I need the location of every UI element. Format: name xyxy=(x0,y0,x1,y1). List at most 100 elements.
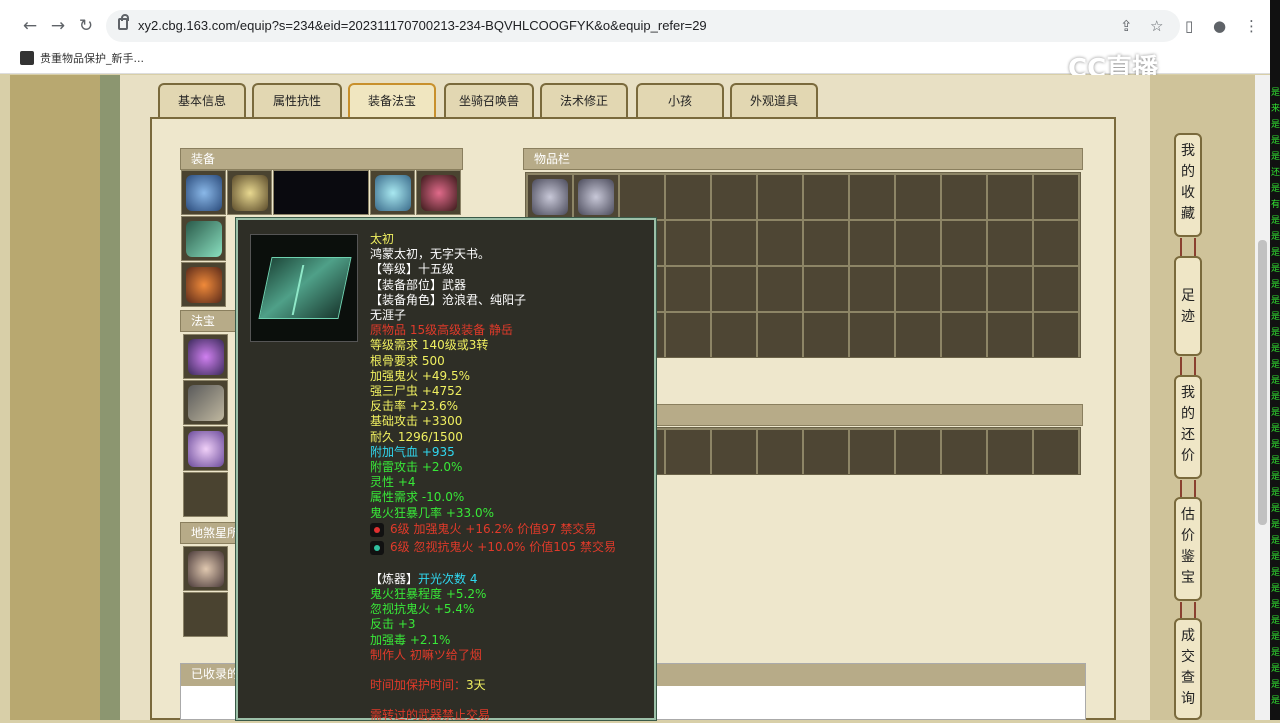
inventory-cell[interactable] xyxy=(896,175,940,219)
inventory-cell[interactable] xyxy=(712,313,756,357)
equip-slot-hairpin[interactable] xyxy=(227,170,272,215)
inventory-cell[interactable] xyxy=(758,175,802,219)
inventory-cell[interactable] xyxy=(712,267,756,311)
inventory-cell[interactable] xyxy=(850,430,894,474)
equip-slot-helmet[interactable] xyxy=(181,170,226,215)
teal-gem-icon xyxy=(370,540,384,555)
tab-spell-correction[interactable]: 法术修正 xyxy=(540,83,628,117)
tab-equipment[interactable]: 装备法宝 xyxy=(348,83,436,117)
inventory-cell[interactable] xyxy=(1034,313,1078,357)
necklace-icon xyxy=(421,175,457,211)
inventory-cell[interactable] xyxy=(804,175,848,219)
protect-line: 时间加保护时间：3天 xyxy=(370,678,486,693)
inventory-cell[interactable] xyxy=(988,175,1032,219)
equip-slot-weapon[interactable] xyxy=(181,216,226,261)
inventory-cell[interactable] xyxy=(942,221,986,265)
profile-icon[interactable]: ● xyxy=(1213,17,1226,35)
sidebar-toggle-icon[interactable]: ▯ xyxy=(1185,17,1193,35)
inventory-cell[interactable] xyxy=(942,430,986,474)
tab-mounts-pets[interactable]: 坐骑召唤兽 xyxy=(444,83,534,117)
extra-green-line: 灵性 +4 xyxy=(370,475,416,490)
inventory-cell[interactable] xyxy=(574,175,618,219)
side-connector xyxy=(1180,357,1196,375)
inventory-cell[interactable] xyxy=(666,430,710,474)
weapon-book-icon xyxy=(186,221,222,257)
inventory-cell[interactable] xyxy=(988,221,1032,265)
inventory-cell[interactable] xyxy=(712,175,756,219)
star-icon[interactable]: ☆ xyxy=(1150,17,1163,35)
inventory-cell[interactable] xyxy=(850,313,894,357)
equip-slot-mask[interactable] xyxy=(370,170,415,215)
my-counteroffer-button[interactable]: 我的还价 xyxy=(1174,375,1202,479)
inventory-cell[interactable] xyxy=(942,175,986,219)
transaction-query-button[interactable]: 成交查询 xyxy=(1174,618,1202,720)
share-icon[interactable]: ⇪ xyxy=(1120,17,1133,35)
disha-slot-1[interactable] xyxy=(183,546,228,591)
inventory-cell[interactable] xyxy=(666,175,710,219)
equip-slot-accessory[interactable] xyxy=(181,262,226,307)
inventory-cell[interactable] xyxy=(850,267,894,311)
inventory-cell[interactable] xyxy=(988,267,1032,311)
fabao-slot-3[interactable] xyxy=(183,426,228,471)
extra-green-line: 附雷攻击 +2.0% xyxy=(370,460,463,475)
inventory-cell[interactable] xyxy=(758,267,802,311)
inventory-cell[interactable] xyxy=(988,430,1032,474)
boots-icon xyxy=(532,179,568,215)
footprint-button[interactable]: 足迹 xyxy=(1174,256,1202,356)
bookmark-item[interactable]: 贵重物品保护_新手... xyxy=(20,50,144,66)
reload-icon[interactable]: ↻ xyxy=(76,16,96,36)
inventory-cell[interactable] xyxy=(620,175,664,219)
inventory-cell[interactable] xyxy=(712,221,756,265)
inventory-cell[interactable] xyxy=(666,267,710,311)
tab-appearance[interactable]: 外观道具 xyxy=(730,83,818,117)
lock-icon[interactable] xyxy=(118,14,129,30)
red-gem-icon xyxy=(370,522,384,537)
page-scrollbar[interactable] xyxy=(1255,75,1270,720)
inventory-cell[interactable] xyxy=(666,221,710,265)
menu-dots-icon[interactable]: ⋮ xyxy=(1244,17,1259,35)
tab-attributes[interactable]: 属性抗性 xyxy=(252,83,342,117)
equip-slot-necklace[interactable] xyxy=(416,170,461,215)
bookmark-label: 贵重物品保护_新手... xyxy=(40,52,144,65)
inventory-cell[interactable] xyxy=(896,313,940,357)
inventory-cell[interactable] xyxy=(850,175,894,219)
inventory-cell[interactable] xyxy=(712,430,756,474)
tab-children[interactable]: 小孩 xyxy=(636,83,724,117)
inventory-cell[interactable] xyxy=(1034,267,1078,311)
inventory-cell[interactable] xyxy=(850,221,894,265)
item-name: 太初 xyxy=(370,232,395,246)
inventory-cell[interactable] xyxy=(988,313,1032,357)
inventory-cell[interactable] xyxy=(1034,175,1078,219)
scroll-thumb[interactable] xyxy=(1258,240,1267,525)
inventory-cell[interactable] xyxy=(666,313,710,357)
address-bar[interactable]: xy2.cbg.163.com/equip?s=234&eid=20231117… xyxy=(106,10,1180,42)
fabao-slot-2[interactable] xyxy=(183,380,228,425)
inventory-cell[interactable] xyxy=(896,221,940,265)
item-slot: 【装备部位】武器 xyxy=(370,277,467,292)
tab-basic-info[interactable]: 基本信息 xyxy=(158,83,246,117)
back-arrow-icon[interactable]: ← xyxy=(20,16,40,36)
inventory-header: 物品栏 xyxy=(523,148,1083,170)
inventory-cell[interactable] xyxy=(896,430,940,474)
disha-slot-empty[interactable] xyxy=(183,592,228,637)
inventory-cell[interactable] xyxy=(758,221,802,265)
fabao-slot-1[interactable] xyxy=(183,334,228,379)
inventory-cell[interactable] xyxy=(528,175,572,219)
inventory-cell[interactable] xyxy=(758,313,802,357)
inventory-cell[interactable] xyxy=(804,267,848,311)
inventory-cell[interactable] xyxy=(1034,221,1078,265)
inventory-cell[interactable] xyxy=(804,313,848,357)
inventory-cell[interactable] xyxy=(758,430,802,474)
inventory-cell[interactable] xyxy=(804,221,848,265)
inventory-cell[interactable] xyxy=(1034,430,1078,474)
inventory-cell[interactable] xyxy=(942,313,986,357)
inventory-cell[interactable] xyxy=(896,267,940,311)
side-connector xyxy=(1180,480,1196,498)
inventory-cell[interactable] xyxy=(942,267,986,311)
forward-arrow-icon[interactable]: → xyxy=(48,16,68,36)
url-text[interactable]: xy2.cbg.163.com/equip?s=234&eid=20231117… xyxy=(138,18,707,33)
my-favorites-button[interactable]: 我的收藏 xyxy=(1174,133,1202,237)
appraise-button[interactable]: 估价鉴宝 xyxy=(1174,497,1202,601)
inventory-cell[interactable] xyxy=(804,430,848,474)
fabao-slot-empty[interactable] xyxy=(183,472,228,517)
